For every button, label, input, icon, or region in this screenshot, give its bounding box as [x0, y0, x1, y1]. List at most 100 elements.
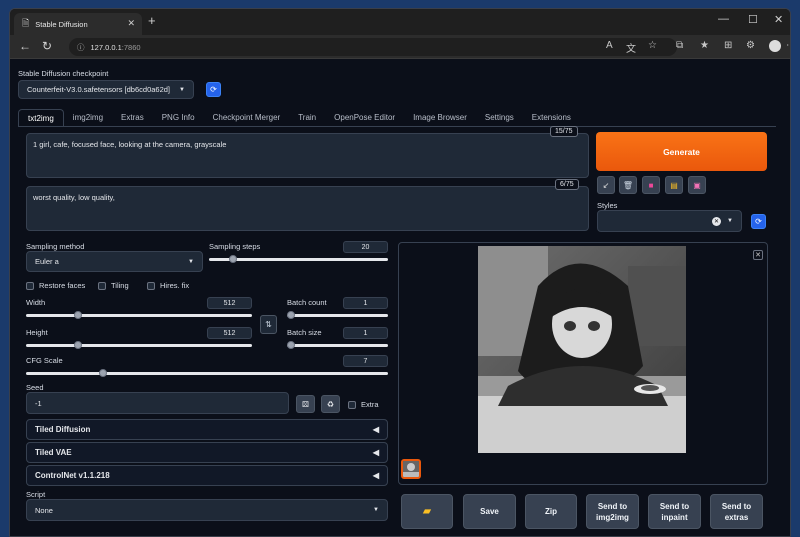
tab-img2img[interactable]: img2img	[64, 109, 112, 127]
refresh-checkpoint-button[interactable]: ⟳	[206, 82, 221, 97]
menu-icon[interactable]: ⋯	[786, 40, 790, 51]
folder-icon: ▰	[423, 506, 431, 517]
accordion-title: ControlNet v1.1.218	[35, 471, 110, 480]
sampling-method-select[interactable]: Euler a ▼	[26, 251, 203, 272]
save-style-button[interactable]: ▣	[688, 176, 706, 194]
pencil-icon: ↙	[602, 180, 610, 190]
slider-knob[interactable]	[74, 311, 82, 319]
hires-fix-option[interactable]: Hires. fix	[147, 281, 189, 290]
batch-size-slider[interactable]	[287, 341, 388, 349]
back-icon[interactable]: ←	[19, 39, 31, 53]
split-screen-icon[interactable]: ⧉	[676, 40, 683, 51]
favorites-list-icon[interactable]: ★	[700, 40, 709, 51]
generated-image[interactable]	[478, 246, 686, 453]
thumbnail-art	[403, 461, 419, 477]
accordion-tiled-diffusion[interactable]: Tiled Diffusion ◀	[26, 419, 388, 440]
reuse-seed-button[interactable]: ♻	[321, 395, 340, 413]
tab-png-info[interactable]: PNG Info	[153, 109, 204, 127]
slider-knob[interactable]	[287, 341, 295, 349]
maximize-button[interactable]: ☐	[748, 13, 758, 26]
height-slider[interactable]	[26, 341, 252, 349]
tab-openpose-editor[interactable]: OpenPose Editor	[325, 109, 404, 127]
slider-knob[interactable]	[74, 341, 82, 349]
trash-icon: 🗑	[622, 180, 634, 190]
sampling-steps-slider[interactable]	[209, 255, 388, 263]
minimize-button[interactable]: —	[718, 13, 729, 25]
sampling-steps-input[interactable]: 20	[343, 241, 388, 253]
cfg-scale-slider[interactable]	[26, 369, 388, 377]
browser-tab-title: Stable Diffusion	[35, 19, 88, 29]
tab-txt2img[interactable]: txt2img	[18, 109, 64, 127]
prompt-input[interactable]: 1 girl, cafe, focused face, looking at t…	[26, 133, 589, 178]
extra-seed-checkbox[interactable]	[348, 400, 356, 409]
accordion-controlnet[interactable]: ControlNet v1.1.218 ◀	[26, 465, 388, 486]
extensions-icon[interactable]: ⚙	[746, 40, 755, 51]
generated-image-art	[478, 246, 686, 453]
swap-dimensions-button[interactable]: ⇅	[260, 315, 277, 334]
clear-icon[interactable]: ✕	[712, 216, 722, 226]
restore-faces-option[interactable]: Restore faces	[26, 281, 85, 290]
browser-tab[interactable]: 🗎 Stable Diffusion ✕	[14, 13, 142, 35]
close-icon[interactable]: ✕	[753, 250, 763, 260]
tab-extensions[interactable]: Extensions	[523, 109, 580, 127]
tiling-checkbox[interactable]	[98, 281, 106, 290]
width-label: Width	[26, 298, 46, 307]
tab-image-browser[interactable]: Image Browser	[404, 109, 476, 127]
checkpoint-select[interactable]: Counterfeit-V3.0.safetensors [db6cd0a62d…	[18, 80, 194, 99]
slider-knob[interactable]	[99, 369, 107, 377]
send-to-inpaint-button[interactable]: Send to inpaint	[648, 494, 701, 529]
apply-style-button[interactable]: ▤	[665, 176, 683, 194]
hires-fix-checkbox[interactable]	[147, 281, 155, 290]
accordion-title: Tiled VAE	[35, 448, 72, 457]
read-aloud-icon[interactable]: A	[606, 40, 613, 51]
height-input[interactable]: 512	[207, 327, 252, 339]
avatar[interactable]	[769, 40, 781, 52]
slider-knob[interactable]	[229, 255, 237, 263]
cfg-scale-input[interactable]: 7	[343, 355, 388, 367]
script-select[interactable]: None ▼	[26, 499, 388, 521]
width-input[interactable]: 512	[207, 297, 252, 309]
close-tab-icon[interactable]: ✕	[127, 18, 135, 29]
generate-button[interactable]: Generate	[596, 132, 767, 171]
tab-extras[interactable]: Extras	[112, 109, 153, 127]
batch-count-slider[interactable]	[287, 311, 388, 319]
tab-checkpoint-merger[interactable]: Checkpoint Merger	[204, 109, 290, 127]
refresh-styles-button[interactable]: ⟳	[751, 214, 766, 229]
width-slider[interactable]	[26, 311, 252, 319]
tiling-option[interactable]: Tiling	[98, 281, 129, 290]
batch-size-input[interactable]: 1	[343, 327, 388, 339]
favorite-icon[interactable]: ☆	[648, 40, 657, 51]
tab-train[interactable]: Train	[289, 109, 325, 127]
collections-icon[interactable]: ⊞	[724, 40, 732, 51]
styles-select[interactable]: ✕ ▼	[597, 210, 742, 232]
clear-prompt-button[interactable]: 🗑	[619, 176, 637, 194]
new-tab-button[interactable]: +	[148, 14, 156, 27]
translate-icon[interactable]: 文	[626, 40, 636, 55]
send-to-extras-button[interactable]: Send to extras	[710, 494, 763, 529]
slider-knob[interactable]	[287, 311, 295, 319]
send-to-img2img-button[interactable]: Send to img2img	[586, 494, 639, 529]
zip-button[interactable]: Zip	[525, 494, 577, 529]
accordion-title: Tiled Diffusion	[35, 425, 91, 434]
extra-networks-button[interactable]: ■	[642, 176, 660, 194]
prompt-text: 1 girl, cafe, focused face, looking at t…	[33, 140, 227, 149]
extra-seed-option[interactable]: Extra	[348, 400, 379, 409]
url-field[interactable]: ⓘ 127.0.0.1:7860	[69, 38, 677, 56]
output-gallery: ✕	[398, 242, 768, 485]
open-folder-button[interactable]: ▰	[401, 494, 453, 529]
restore-faces-checkbox[interactable]	[26, 281, 34, 290]
close-window-button[interactable]: ✕	[774, 13, 783, 26]
refresh-icon[interactable]: ↻	[42, 39, 52, 53]
tab-settings[interactable]: Settings	[476, 109, 523, 127]
batch-count-input[interactable]: 1	[343, 297, 388, 309]
read-params-button[interactable]: ↙	[597, 176, 615, 194]
save-button[interactable]: Save	[463, 494, 516, 529]
accordion-tiled-vae[interactable]: Tiled VAE ◀	[26, 442, 388, 463]
random-seed-button[interactable]: ⚄	[296, 395, 315, 413]
dice-icon: ⚄	[302, 399, 309, 409]
seed-input[interactable]: -1	[26, 392, 289, 414]
gallery-thumbnail[interactable]	[401, 459, 421, 479]
negative-prompt-input[interactable]: worst quality, low quality,	[26, 186, 589, 231]
tiling-label: Tiling	[111, 281, 129, 290]
info-icon: ⓘ	[77, 42, 85, 52]
